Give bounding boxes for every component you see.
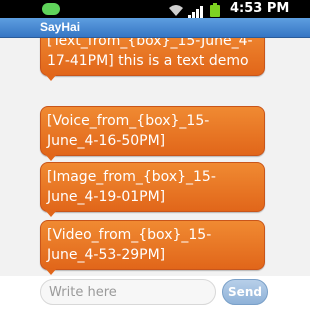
app-title: SayHai (40, 20, 81, 34)
message-input[interactable] (40, 279, 216, 305)
notification-icon (42, 3, 60, 15)
composer-bar: Send (0, 276, 310, 310)
status-time: 4:53 PM (230, 1, 290, 16)
message-list[interactable]: [Text_from_{box}_15-June_4-17-41PM] this… (0, 38, 310, 276)
battery-icon (210, 2, 220, 17)
send-button[interactable]: Send (222, 279, 268, 305)
status-bar: 4:53 PM (0, 0, 310, 18)
message-bubble-voice[interactable]: [Voice_from_{box}_15-June_4-16-50PM] (40, 106, 265, 161)
app-title-bar: SayHai (0, 18, 310, 38)
message-bubble-image[interactable]: [Image_from_{box}_15-June_4-19-01PM] (40, 162, 265, 217)
message-bubble-text[interactable]: [Text_from_{box}_15-June_4-17-41PM] this… (40, 38, 265, 81)
message-bubble-video[interactable]: [Video_from_{box}_15-June_4-53-29PM] (40, 220, 265, 275)
